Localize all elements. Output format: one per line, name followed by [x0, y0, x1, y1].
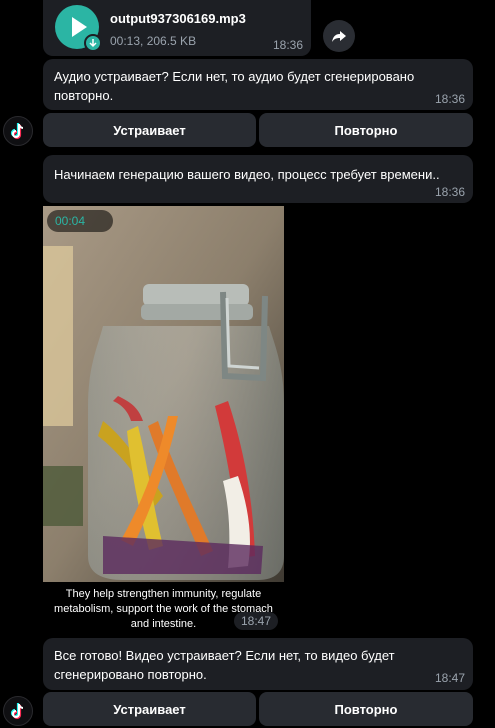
forward-button[interactable] [323, 20, 355, 52]
audio-message-bubble: output937306169.mp3 00:13, 206.5 KB 18:3… [43, 0, 311, 56]
message-text: Все готово! Видео устраивает? Если нет, … [54, 648, 395, 682]
forward-icon [332, 31, 346, 42]
video-time-badge: 18:47 [234, 612, 278, 630]
message-time: 18:47 [434, 671, 465, 685]
message-text: Аудио устраивает? Если нет, то аудио буд… [54, 69, 415, 103]
video-duration-badge: 00:04 [47, 210, 113, 232]
message-time: 18:36 [434, 92, 465, 106]
audio-retry-button[interactable]: Повторно [259, 113, 473, 147]
video-prompt-bubble: Все готово! Видео устраивает? Если нет, … [43, 638, 473, 690]
audio-file-name: output937306169.mp3 [110, 11, 246, 26]
message-text: Начинаем генерацию вашего видео, процесс… [54, 167, 440, 182]
bot-avatar[interactable] [3, 116, 33, 146]
video-thumbnail[interactable] [43, 206, 284, 582]
message-time: 18:36 [272, 38, 303, 52]
audio-prompt-bubble: Аудио устраивает? Если нет, то аудио буд… [43, 59, 473, 110]
generation-message-bubble: Начинаем генерацию вашего видео, процесс… [43, 155, 473, 203]
video-message[interactable]: 00:04 They help strengthen immunity, reg… [43, 206, 284, 634]
tiktok-icon [10, 123, 24, 140]
play-icon[interactable] [55, 5, 102, 52]
message-time: 18:36 [434, 185, 465, 199]
download-icon[interactable] [84, 34, 102, 52]
audio-accept-button[interactable]: Устраивает [43, 113, 256, 147]
video-retry-button[interactable]: Повторно [259, 692, 473, 726]
tiktok-icon [10, 703, 24, 720]
bot-avatar[interactable] [3, 696, 33, 726]
video-accept-button[interactable]: Устраивает [43, 692, 256, 726]
audio-file-meta: 00:13, 206.5 KB [110, 34, 197, 48]
